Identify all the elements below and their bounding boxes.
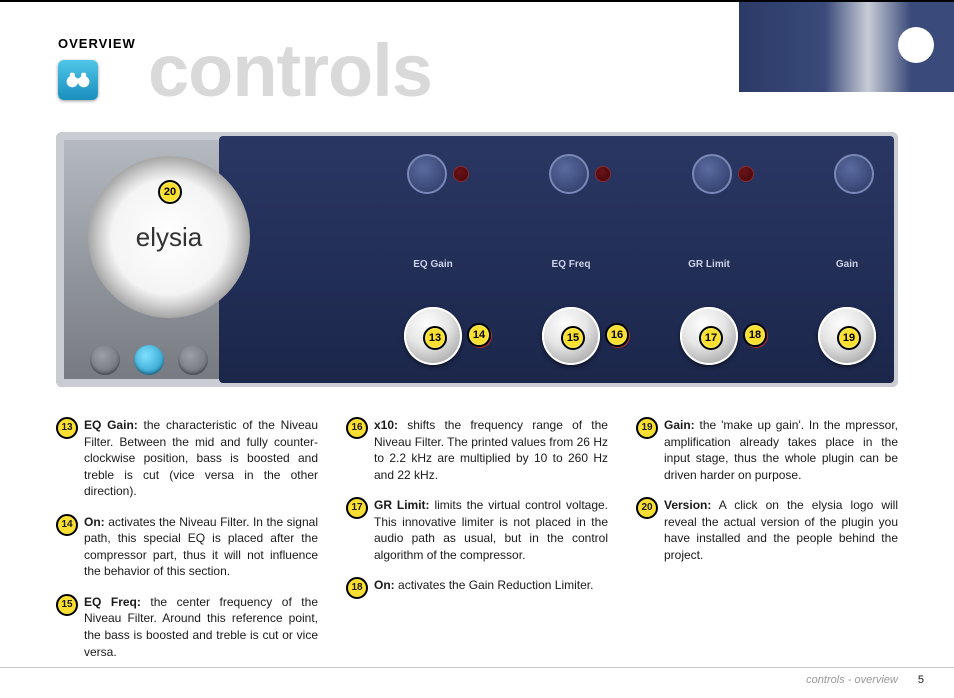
binoculars-icon — [58, 60, 98, 100]
hook-button — [90, 345, 120, 375]
entry-body: shifts the frequency range of the Niveau… — [374, 418, 608, 482]
entry-20: 20 Version: A click on the elysia logo w… — [636, 497, 898, 563]
entry-14: 14 On: activates the Niveau Filter. In t… — [56, 514, 318, 580]
eq-freq-knob: EQ Freq 15 — [542, 307, 600, 365]
threshold-knob — [407, 154, 447, 194]
x10-button: 16 — [606, 324, 630, 348]
page-header: OVERVIEW controls — [0, 0, 954, 102]
gain-knob: Gain 19 — [818, 307, 876, 365]
sc-extern-button — [453, 166, 469, 182]
link-button — [134, 345, 164, 375]
auto-fast-button — [595, 166, 611, 182]
entry-title: GR Limit: — [374, 498, 430, 512]
entry-13: 13 EQ Gain: the characteristic of the Ni… — [56, 417, 318, 500]
entry-16: 16 x10: shifts the frequency range of th… — [346, 417, 608, 483]
entry-title: x10: — [374, 418, 398, 432]
entry-title: Version: — [664, 498, 711, 512]
entry-num: 14 — [56, 514, 78, 536]
gr-limit-label: GR Limit — [659, 259, 759, 270]
entry-num: 13 — [56, 417, 78, 439]
marker-15: 15 — [561, 326, 585, 350]
marker-19: 19 — [837, 326, 861, 350]
entry-num: 18 — [346, 577, 368, 599]
marker-16: 16 — [605, 323, 629, 347]
entry-num: 16 — [346, 417, 368, 439]
entry-title: On: — [374, 578, 395, 592]
eq-on-button: 14 — [468, 324, 492, 348]
description-columns: 13 EQ Gain: the characteristic of the Ni… — [56, 417, 898, 674]
entry-body: activates the Niveau Filter. In the sign… — [84, 515, 318, 579]
entry-15: 15 EQ Freq: the center frequency of the … — [56, 594, 318, 660]
entry-num: 20 — [636, 497, 658, 519]
marker-14: 14 — [467, 323, 491, 347]
entry-body: activates the Gain Reduction Limiter. — [398, 578, 593, 592]
entry-title: EQ Freq: — [84, 595, 141, 609]
release-knob — [692, 154, 732, 194]
entry-title: Gain: — [664, 418, 695, 432]
page-number: 5 — [918, 674, 924, 686]
attack-knob — [549, 154, 589, 194]
entry-num: 15 — [56, 594, 78, 616]
marker-13: 13 — [423, 326, 447, 350]
elysia-logo-text: elysia — [136, 222, 202, 253]
page-footer: controls - overview 5 — [0, 667, 954, 686]
entry-body: the 'make up gain'. In the mpressor, amp… — [664, 418, 898, 482]
eq-freq-label: EQ Freq — [521, 259, 621, 270]
section-title: controls — [148, 34, 432, 108]
ratio-knob — [834, 154, 874, 194]
plugin-screenshot: EQ Gain 13 14 EQ Freq 15 16 GR Limit — [56, 132, 898, 387]
entry-num: 17 — [346, 497, 368, 519]
footer-buttons — [90, 345, 208, 375]
gr-on-button: 18 — [744, 324, 768, 348]
hardware-thumbnail — [737, 2, 954, 92]
footer-path: controls - overview — [806, 674, 898, 686]
marker-17: 17 — [699, 326, 723, 350]
eq-gain-knob: EQ Gain 13 — [404, 307, 462, 365]
marker-18: 18 — [743, 323, 767, 347]
entry-title: EQ Gain: — [84, 418, 138, 432]
elysia-logo-ring: elysia 20 — [88, 156, 250, 318]
bottom-knob-row: EQ Gain 13 14 EQ Freq 15 16 GR Limit — [404, 307, 876, 365]
entry-title: On: — [84, 515, 105, 529]
marker-20: 20 — [158, 180, 182, 204]
entry-19: 19 Gain: the 'make up gain'. In the mpre… — [636, 417, 898, 483]
active-button — [178, 345, 208, 375]
gr-limit-knob: GR Limit 17 — [680, 307, 738, 365]
eq-gain-label: EQ Gain — [383, 259, 483, 270]
entry-18: 18 On: activates the Gain Reduction Limi… — [346, 577, 608, 594]
entry-17: 17 GR Limit: limits the virtual control … — [346, 497, 608, 563]
plugin-panel: EQ Gain 13 14 EQ Freq 15 16 GR Limit — [219, 136, 894, 383]
entry-num: 19 — [636, 417, 658, 439]
gain-label: Gain — [797, 259, 897, 270]
top-knob-row — [407, 154, 874, 194]
anti-log-button — [738, 166, 754, 182]
section-label: OVERVIEW — [58, 36, 136, 51]
